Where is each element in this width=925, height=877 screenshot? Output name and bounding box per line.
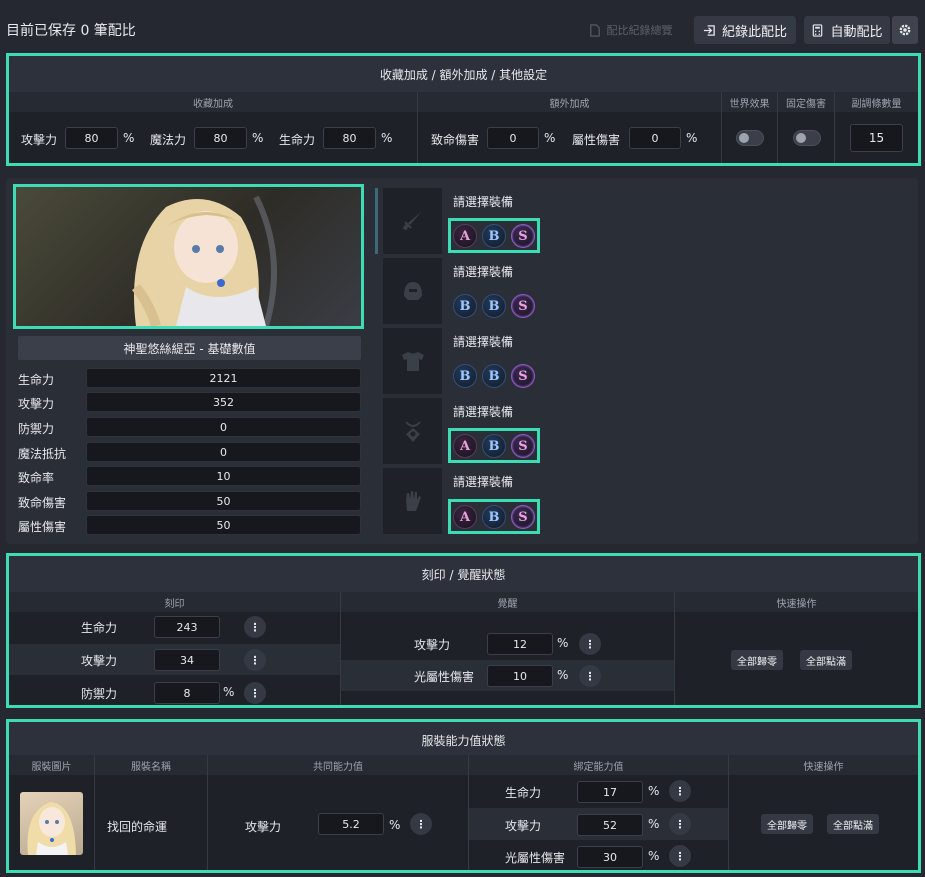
equipment-slot-label[interactable]: 請選擇裝備 <box>453 263 513 280</box>
stat-label: 防禦力 <box>18 422 55 436</box>
app-root: 目前已保存 0 筆配比 配比紀錄總覽 紀錄此配比 自動配比 收藏加成 / 額外加… <box>0 0 925 877</box>
highlight-frame <box>6 719 921 873</box>
rank-b-badge[interactable]: B <box>453 364 477 388</box>
character-name-banner: 神聖悠絲緹亞 - 基礎數值 <box>18 336 361 360</box>
settings-gear-button[interactable] <box>892 16 918 44</box>
equipment-slot-label[interactable]: 請選擇裝備 <box>453 193 513 210</box>
highlight-frame <box>448 428 540 463</box>
import-icon <box>703 24 715 36</box>
history-overview-button[interactable]: 配比紀錄總覽 <box>574 16 686 44</box>
rank-s-badge[interactable]: S <box>511 364 535 388</box>
armor-icon <box>401 352 424 371</box>
stat-label: 生命力 <box>18 373 55 387</box>
equipment-slot-amulet[interactable] <box>383 398 442 464</box>
equipment-slot-label[interactable]: 請選擇裝備 <box>453 333 513 350</box>
history-overview-label: 配比紀錄總覽 <box>606 24 673 37</box>
equipment-slot-glove[interactable] <box>383 468 442 534</box>
stat-label: 致命率 <box>18 471 55 485</box>
stat-value: 50 <box>86 491 361 511</box>
stat-value: 0 <box>86 442 361 462</box>
amulet-icon <box>404 421 421 442</box>
stat-value: 10 <box>86 466 361 486</box>
highlight-frame <box>448 499 540 534</box>
highlight-frame <box>6 553 921 708</box>
highlight-frame <box>448 218 540 253</box>
auto-config-label: 自動配比 <box>830 24 883 40</box>
stat-value: 50 <box>86 515 361 535</box>
stat-value: 0 <box>86 417 361 437</box>
record-config-button[interactable]: 紀錄此配比 <box>694 16 796 44</box>
highlight-frame <box>13 184 364 329</box>
stat-label: 攻擊力 <box>18 397 55 411</box>
document-icon <box>589 23 600 37</box>
top-bar: 目前已保存 0 筆配比 配比紀錄總覽 紀錄此配比 自動配比 <box>0 0 925 58</box>
record-config-label: 紀錄此配比 <box>721 24 787 40</box>
equipment-slot-armor[interactable] <box>383 328 442 394</box>
stat-label: 致命傷害 <box>18 496 67 510</box>
stat-label: 魔法抵抗 <box>18 447 67 461</box>
equipment-slot-helmet[interactable] <box>383 258 442 324</box>
highlight-frame <box>6 53 921 166</box>
glove-icon <box>405 491 421 511</box>
rank-b-badge[interactable]: B <box>482 294 506 318</box>
rank-b-badge[interactable]: B <box>482 364 506 388</box>
scroll-indicator <box>375 188 378 254</box>
saved-count-title: 目前已保存 0 筆配比 <box>6 23 136 39</box>
rank-b-badge[interactable]: B <box>453 294 477 318</box>
sword-icon <box>401 211 422 231</box>
equipment-slot-weapon[interactable] <box>383 188 442 254</box>
stat-value: 352 <box>86 392 361 412</box>
helmet-icon <box>403 282 422 300</box>
equipment-slot-label[interactable]: 請選擇裝備 <box>453 473 513 490</box>
stat-label: 屬性傷害 <box>18 520 67 534</box>
auto-config-button[interactable]: 自動配比 <box>804 16 890 44</box>
calculator-icon <box>813 23 823 37</box>
equipment-slot-label[interactable]: 請選擇裝備 <box>453 403 513 420</box>
stat-value: 2121 <box>86 368 361 388</box>
rank-s-badge[interactable]: S <box>511 294 535 318</box>
gear-icon <box>899 24 911 36</box>
